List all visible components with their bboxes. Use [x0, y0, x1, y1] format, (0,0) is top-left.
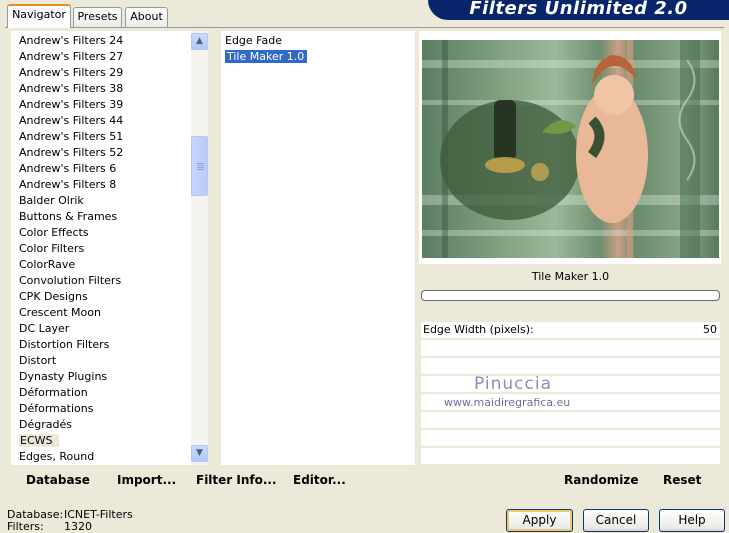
category-item[interactable]: Andrew's Filters 27 — [11, 49, 191, 65]
category-item-label: Color Filters — [19, 242, 85, 255]
category-item-label: Andrew's Filters 6 — [19, 162, 117, 175]
category-item-label: Dégradés — [19, 418, 72, 431]
category-item-label: Andrew's Filters 38 — [19, 82, 124, 95]
editor-button[interactable]: Editor... — [293, 473, 346, 487]
filter-item[interactable]: Tile Maker 1.0 — [223, 49, 415, 65]
category-item-label: DC Layer — [19, 322, 70, 335]
category-item[interactable]: Andrew's Filters 52 — [11, 145, 191, 161]
param-row-edge-width[interactable]: Edge Width (pixels): 50 — [421, 322, 720, 339]
status-filters-value: 1320 — [64, 520, 92, 533]
params-gap — [421, 302, 720, 322]
chevron-up-icon[interactable]: ▲ — [191, 33, 208, 50]
category-item[interactable]: Distort — [11, 353, 191, 369]
category-item-label: Andrew's Filters 24 — [19, 34, 124, 47]
param-label: Edge Width (pixels): — [423, 323, 534, 336]
chevron-down-icon[interactable]: ▼ — [191, 445, 208, 462]
category-item-label: Buttons & Frames — [19, 210, 118, 223]
category-item[interactable]: CPK Designs — [11, 289, 191, 305]
filter-item-label: Tile Maker 1.0 — [223, 49, 309, 64]
category-item-label: ECWS — [19, 434, 59, 447]
category-item-label: Andrew's Filters 8 — [19, 178, 117, 191]
category-item-label: CPK Designs — [19, 290, 88, 303]
app-title-banner: Filters Unlimited 2.0 — [428, 0, 729, 20]
category-item[interactable]: ECWS — [11, 433, 191, 449]
category-item[interactable]: Andrew's Filters 44 — [11, 113, 191, 129]
randomize-button[interactable]: Randomize — [564, 473, 638, 487]
param-row-empty — [421, 340, 720, 357]
category-item[interactable]: Color Effects — [11, 225, 191, 241]
status-filters-label: Filters: — [7, 520, 44, 533]
preview-image — [422, 40, 719, 258]
scroll-thumb[interactable] — [191, 136, 208, 196]
tab-navigator[interactable]: Navigator — [7, 4, 71, 28]
apply-button[interactable]: Apply — [506, 509, 573, 532]
category-item[interactable]: Andrew's Filters 8 — [11, 177, 191, 193]
watermark-name: Pinuccia — [474, 374, 552, 394]
category-item-label: Andrew's Filters 44 — [19, 114, 124, 127]
category-item[interactable]: Andrew's Filters 51 — [11, 129, 191, 145]
category-item-label: Andrew's Filters 39 — [19, 98, 124, 111]
tab-divider — [5, 27, 724, 28]
help-button[interactable]: Help — [659, 509, 725, 532]
tab-presets[interactable]: Presets — [73, 7, 122, 27]
category-item[interactable]: Edges, Round — [11, 449, 191, 465]
tab-about[interactable]: About — [125, 7, 168, 27]
database-button[interactable]: Database — [26, 473, 90, 487]
category-item[interactable]: Andrew's Filters 6 — [11, 161, 191, 177]
param-row-empty — [421, 430, 720, 447]
filter-item-label: Edge Fade — [225, 34, 282, 47]
category-item[interactable]: Andrew's Filters 38 — [11, 81, 191, 97]
category-item[interactable]: Andrew's Filters 24 — [11, 33, 191, 49]
category-item-label: Andrew's Filters 52 — [19, 146, 124, 159]
param-row-empty — [421, 376, 720, 393]
category-item-label: Andrew's Filters 27 — [19, 50, 124, 63]
category-item-label: Color Effects — [19, 226, 89, 239]
category-item[interactable]: Déformation — [11, 385, 191, 401]
category-item[interactable]: Dégradés — [11, 417, 191, 433]
category-item[interactable]: ColorRave — [11, 257, 191, 273]
category-item[interactable]: Color Filters — [11, 241, 191, 257]
category-item[interactable]: DC Layer — [11, 321, 191, 337]
watermark-url: www.maidiregrafica.eu — [444, 396, 571, 409]
category-item-label: Déformations — [19, 402, 94, 415]
category-item[interactable]: Dynasty Plugins — [11, 369, 191, 385]
cancel-button[interactable]: Cancel — [583, 509, 649, 532]
category-item[interactable]: Buttons & Frames — [11, 209, 191, 225]
category-item-label: Distort — [19, 354, 57, 367]
status-filters: Filters: 1320 — [7, 520, 92, 533]
category-list[interactable]: Andrew's Filters 24 Andrew's Filters 27 An… — [11, 31, 191, 465]
param-row-empty — [421, 412, 720, 429]
category-item-label: Andrew's Filters 29 — [19, 66, 124, 79]
category-item-label: Distortion Filters — [19, 338, 110, 351]
category-item-label: Andrew's Filters 51 — [19, 130, 124, 143]
category-item[interactable]: Convolution Filters — [11, 273, 191, 289]
category-item[interactable]: Distortion Filters — [11, 337, 191, 353]
category-item-label: Convolution Filters — [19, 274, 122, 287]
category-scrollbar[interactable]: ▲ ▼ — [191, 31, 208, 465]
category-item[interactable]: Crescent Moon — [11, 305, 191, 321]
progress-bar — [421, 290, 720, 301]
category-item-label: Edges, Round — [19, 450, 95, 463]
filter-list[interactable]: Edge Fade Tile Maker 1.0 — [221, 31, 415, 465]
category-item[interactable]: Andrew's Filters 39 — [11, 97, 191, 113]
selected-filter-title: Tile Maker 1.0 — [421, 266, 720, 288]
filter-info-button[interactable]: Filter Info... — [196, 473, 277, 487]
filter-item[interactable]: Edge Fade — [223, 33, 415, 49]
import-button[interactable]: Import... — [117, 473, 176, 487]
category-item-label: Crescent Moon — [19, 306, 101, 319]
category-item[interactable]: Andrew's Filters 29 — [11, 65, 191, 81]
category-item-label: Balder Olrik — [19, 194, 84, 207]
category-item[interactable]: Déformations — [11, 401, 191, 417]
param-row-empty — [421, 448, 720, 465]
preview-artwork — [440, 55, 696, 223]
param-row-empty — [421, 358, 720, 375]
category-item-label: ColorRave — [19, 258, 76, 271]
category-item-label: Déformation — [19, 386, 88, 399]
category-item-label: Dynasty Plugins — [19, 370, 108, 383]
param-value[interactable]: 50 — [703, 323, 717, 336]
reset-button[interactable]: Reset — [663, 473, 701, 487]
category-item[interactable]: Balder Olrik — [11, 193, 191, 209]
